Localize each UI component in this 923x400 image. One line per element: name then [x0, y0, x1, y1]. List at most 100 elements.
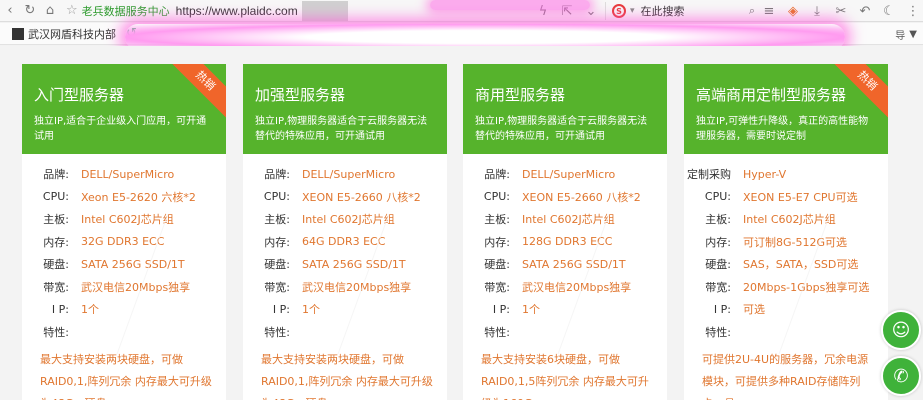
spec-value: XEON E5-2660 八核*2: [522, 190, 641, 204]
url-redacted: [301, 0, 348, 21]
spec-key: 特性:: [484, 325, 510, 339]
spec-key: 内存:: [43, 235, 69, 249]
download-icon[interactable]: ⤓: [807, 1, 827, 21]
bookmarks-right: 导 ▼: [895, 23, 917, 45]
site-label: 老兵数据服务中心: [81, 4, 170, 18]
spec-key: I P:: [713, 302, 731, 316]
refresh-icon[interactable]: ↻: [20, 1, 40, 21]
spec-value: Intel C602J芯片组: [743, 213, 836, 227]
spec-value: 1个: [81, 303, 99, 317]
spec-key: 定制采购: [687, 168, 731, 182]
search-engine-icon[interactable]: S: [612, 4, 626, 18]
server-card-commercial[interactable]: 商用型服务器 独立IP,物理服务器适合于云服务器无法替代的特殊应用，可开通试用 …: [463, 64, 667, 400]
toolbar-right: ϟ ⇱ ⌄ S ▾ 在此搜索 ⌕ ≡ ◈ ⤓ ✂ ↶ ☾ ⋮: [533, 0, 923, 22]
spec-key: 带宽:: [43, 280, 69, 294]
spec-key: 硬盘:: [264, 258, 290, 272]
spec-row: CPU: XEON E5-2660 八核*2: [463, 186, 667, 209]
card-title: 加强型服务器: [255, 86, 346, 104]
card-header: 加强型服务器 独立IP,物理服务器适合于云服务器无法替代的特殊应用，可开通试用: [243, 64, 447, 154]
spec-value: DELL/SuperMicro: [522, 167, 616, 181]
spec-value: Hyper-V: [743, 167, 787, 181]
spec-value: Xeon E5-2620 六核*2: [81, 190, 196, 204]
spec-value: Intel C602J芯片组: [81, 213, 174, 227]
card-header: 商用型服务器 独立IP,物理服务器适合于云服务器无法替代的特殊应用，可开通试用: [463, 64, 667, 154]
spec-value: Intel C602J芯片组: [522, 213, 615, 227]
card-title: 商用型服务器: [475, 86, 566, 104]
card-header: 高端商用定制型服务器 独立IP,可弹性升降级，真正的高性能物理服务器，需要时说定…: [684, 64, 888, 154]
bookmark-expand-icon[interactable]: ▼: [909, 29, 917, 40]
spec-key: CPU:: [704, 190, 731, 204]
bookmark-logo-icon: [12, 27, 24, 40]
spec-key: CPU:: [42, 190, 69, 204]
url-text[interactable]: https://www.plaidc.com: [176, 4, 298, 18]
spec-key: 硬盘:: [484, 258, 510, 272]
spec-key: CPU:: [263, 190, 290, 204]
game-icon[interactable]: ◈: [783, 1, 803, 21]
spec-value: XEON E5-E7 CPU可选: [743, 190, 858, 204]
spec-row: CPU: XEON E5-E7 CPU可选: [684, 186, 888, 209]
search-engine-dropdown-icon[interactable]: ▾: [630, 6, 635, 16]
server-card-entry[interactable]: 入门型服务器 独立IP,适合于企业级入门应用，可开通试用 热销 品牌: DELL/…: [22, 64, 226, 400]
spec-key: 硬盘:: [705, 258, 731, 272]
spec-row: 品牌: DELL/SuperMicro: [22, 163, 226, 186]
spec-key: 主板:: [43, 213, 69, 227]
spec-key: 带宽:: [484, 280, 510, 294]
search-box[interactable]: S ▾ 在此搜索 ⌕: [605, 2, 755, 20]
spec-key: 品牌:: [43, 168, 69, 182]
spec-key: 主板:: [705, 213, 731, 227]
scissors-icon[interactable]: ✂: [831, 1, 851, 21]
night-icon[interactable]: ☾: [879, 1, 899, 21]
spec-key: 特性:: [43, 325, 69, 339]
spec-value: XEON E5-2660 八核*2: [302, 190, 421, 204]
address-bar[interactable]: ☆ 老兵数据服务中心 https://www.plaidc.com: [66, 0, 348, 21]
search-icon[interactable]: ⌕: [749, 4, 755, 18]
spec-value: DELL/SuperMicro: [81, 167, 175, 181]
spec-value: 32G DDR3 ECC: [81, 235, 165, 249]
spec-key: I P:: [272, 302, 290, 316]
spec-key: 品牌:: [484, 168, 510, 182]
spec-key: 特性:: [705, 325, 731, 339]
server-card-custom[interactable]: 高端商用定制型服务器 独立IP,可弹性升降级，真正的高性能物理服务器，需要时说定…: [684, 64, 888, 400]
spec-row: 定制采购 Hyper-V: [684, 163, 888, 186]
spec-key: 内存:: [484, 235, 510, 249]
spec-key: 品牌:: [264, 168, 290, 182]
spec-row: CPU: Xeon E5-2620 六核*2: [22, 186, 226, 209]
card-desc: 独立IP,可弹性升降级，真正的高性能物理服务器，需要时说定制: [696, 116, 869, 142]
spec-key: 特性:: [264, 325, 290, 339]
spec-row: 品牌: DELL/SuperMicro: [463, 163, 667, 186]
spec-key: 主板:: [484, 213, 510, 227]
bookmark-item[interactable]: 武汉网盾科技内部: [28, 26, 116, 42]
spec-row: CPU: XEON E5-2660 八核*2: [243, 186, 447, 209]
spec-value: Intel C602J芯片组: [302, 213, 395, 227]
spec-key: I P:: [51, 302, 69, 316]
spec-value: 可选: [743, 303, 765, 317]
card-desc: 独立IP,物理服务器适合于云服务器无法替代的特殊应用，可开通试用: [255, 116, 428, 142]
spec-key: 带宽:: [264, 280, 290, 294]
phone-call-icon[interactable]: ✆: [881, 356, 921, 396]
spec-key: 硬盘:: [43, 258, 69, 272]
undo-icon[interactable]: ↶: [855, 1, 875, 21]
spec-key: 带宽:: [705, 280, 731, 294]
qq-chat-icon[interactable]: ☺: [881, 310, 921, 350]
spec-key: CPU:: [483, 190, 510, 204]
spec-value: 1个: [302, 303, 320, 317]
search-placeholder: 在此搜索: [640, 5, 685, 18]
card-desc: 独立IP,适合于企业级入门应用，可开通试用: [34, 116, 207, 142]
card-header: 入门型服务器 独立IP,适合于企业级入门应用，可开通试用 热销: [22, 64, 226, 154]
card-desc: 独立IP,物理服务器适合于云服务器无法替代的特殊应用，可开通试用: [475, 116, 648, 142]
bookmark-import[interactable]: 导: [895, 27, 905, 42]
spec-row: 品牌: DELL/SuperMicro: [243, 163, 447, 186]
star-icon[interactable]: ☆: [66, 3, 78, 18]
spec-value: 64G DDR3 ECC: [302, 235, 386, 249]
redaction-smear-top: [430, 0, 590, 10]
settings-icon[interactable]: ⋮: [903, 1, 923, 21]
spec-key: I P:: [492, 302, 510, 316]
spec-value: DELL/SuperMicro: [302, 167, 396, 181]
back-icon[interactable]: ‹: [0, 1, 20, 21]
spec-key: 内存:: [264, 235, 290, 249]
spec-key: 主板:: [264, 213, 290, 227]
main-content: 入门型服务器 独立IP,适合于企业级入门应用，可开通试用 热销 品牌: DELL/…: [0, 46, 923, 400]
menu-icon[interactable]: ≡: [759, 1, 779, 21]
server-card-enhanced[interactable]: 加强型服务器 独立IP,物理服务器适合于云服务器无法替代的特殊应用，可开通试用 …: [243, 64, 447, 400]
home-icon[interactable]: ⌂: [40, 1, 60, 21]
